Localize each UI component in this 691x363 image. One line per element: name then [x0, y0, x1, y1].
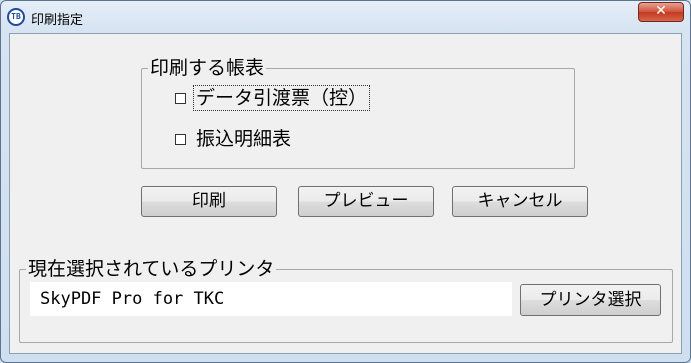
dialog-body: 印刷する帳表 データ引渡票（控） 振込明細表 印刷 プレビュー キャンセル 現在…: [9, 33, 682, 354]
reports-group: 印刷する帳表: [141, 58, 575, 169]
dialog-window: TB 印刷指定 ✕ 印刷する帳表 データ引渡票（控） 振込明細表 印刷 プレビュ…: [0, 0, 691, 363]
window-title: 印刷指定: [31, 13, 84, 28]
preview-button[interactable]: プレビュー: [298, 186, 434, 217]
checkbox-row-transfer-detail[interactable]: 振込明細表: [175, 127, 293, 151]
transfer-detail-checkbox[interactable]: [175, 133, 186, 145]
select-printer-button[interactable]: プリンタ選択: [520, 284, 661, 316]
transfer-detail-label[interactable]: 振込明細表: [194, 127, 293, 151]
cancel-button[interactable]: キャンセル: [452, 186, 588, 217]
close-icon: ✕: [655, 3, 667, 19]
printer-group-label: 現在選択されているプリンタ: [28, 258, 275, 280]
reports-group-label: 印刷する帳表: [150, 57, 265, 79]
print-button[interactable]: 印刷: [141, 186, 277, 217]
transfer-slip-label[interactable]: データ引渡票（控）: [192, 85, 371, 111]
current-printer-field: SkyPDF Pro for TKC: [30, 282, 512, 316]
transfer-slip-checkbox[interactable]: [175, 92, 186, 104]
title-bar[interactable]: TB 印刷指定 ✕: [1, 1, 690, 33]
checkbox-row-transfer-slip[interactable]: データ引渡票（控）: [175, 85, 371, 111]
app-icon: TB: [7, 8, 25, 26]
close-button[interactable]: ✕: [638, 2, 684, 22]
